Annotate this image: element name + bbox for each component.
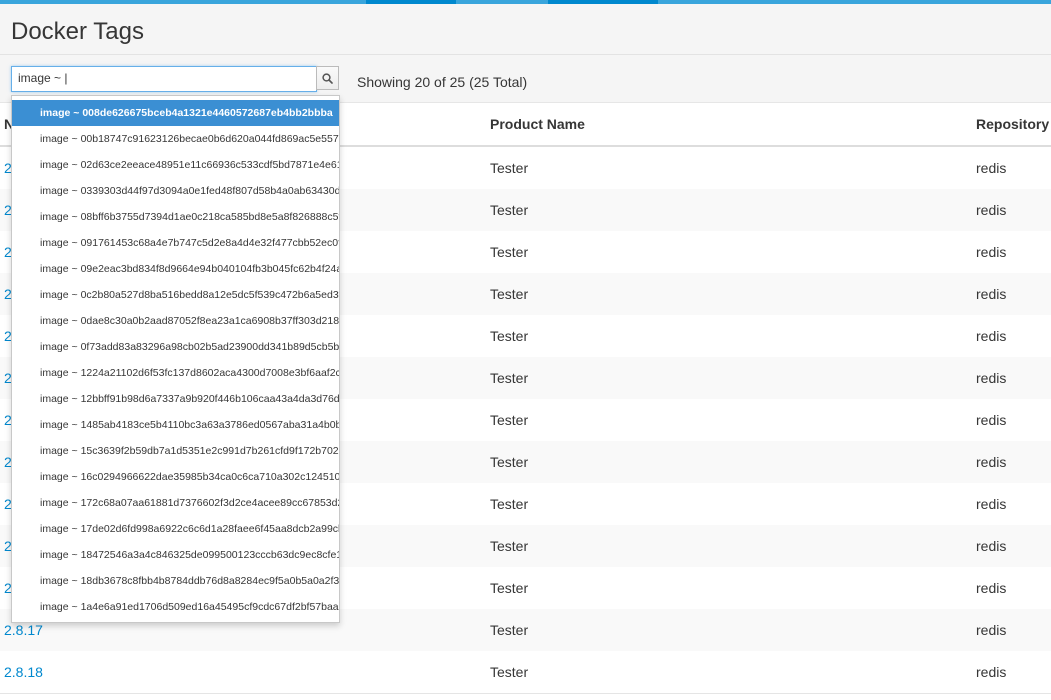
repository-cell: redis xyxy=(976,328,1007,344)
product-name-cell: Tester xyxy=(490,160,529,176)
autocomplete-option[interactable]: image ~ 02d63ce2eeace48951e11c66936c533c… xyxy=(12,152,339,178)
repository-cell: redis xyxy=(976,244,1007,260)
search-button[interactable] xyxy=(316,66,339,90)
product-name-cell: Tester xyxy=(490,202,529,218)
product-name-cell: Tester xyxy=(490,496,529,512)
autocomplete-option[interactable]: image ~ 17de02d6fd998a6922c6c6d1a28faee6… xyxy=(12,516,339,542)
autocomplete-option[interactable]: image ~ 12bbff91b98d6a7337a9b920f446b106… xyxy=(12,386,339,412)
autocomplete-option[interactable]: image ~ 0f73add83a83296a98cb02b5ad23900d… xyxy=(12,334,339,360)
repository-cell: redis xyxy=(976,286,1007,302)
autocomplete-option[interactable]: image ~ 1a4e6a91ed1706d509ed16a45495cf9c… xyxy=(12,594,339,620)
repository-cell: redis xyxy=(976,160,1007,176)
autocomplete-option[interactable]: image ~ 172c68a07aa61881d7376602f3d2ce4a… xyxy=(12,490,339,516)
product-name-cell: Tester xyxy=(490,244,529,260)
repository-cell: redis xyxy=(976,370,1007,386)
autocomplete-option[interactable]: image ~ 09e2eac3bd834f8d9664e94b040104fb… xyxy=(12,256,339,282)
autocomplete-option[interactable]: image ~ 18db3678c8fbb4b8784ddb76d8a8284e… xyxy=(12,568,339,594)
tag-name-link[interactable]: 2.8.18 xyxy=(4,664,43,680)
search-input[interactable] xyxy=(12,67,314,89)
page-title: Docker Tags xyxy=(11,18,144,45)
repository-cell: redis xyxy=(976,622,1007,638)
repository-cell: redis xyxy=(976,664,1007,680)
page-header: Docker Tags xyxy=(0,4,1051,55)
repository-cell: redis xyxy=(976,580,1007,596)
autocomplete-option[interactable]: image ~ 0339303d44f97d3094a0e1fed48f807d… xyxy=(12,178,339,204)
product-name-cell: Tester xyxy=(490,328,529,344)
autocomplete-option[interactable]: image ~ 1224a21102d6f53fc137d8602aca4300… xyxy=(12,360,339,386)
repository-cell: redis xyxy=(976,454,1007,470)
autocomplete-option[interactable]: image ~ 16c0294966622dae35985b34ca0c6ca7… xyxy=(12,464,339,490)
table-row: 2.8.18 Tester redis xyxy=(0,651,1051,694)
autocomplete-option[interactable]: image ~ 008de626675bceb4a1321e4460572687… xyxy=(12,100,339,126)
autocomplete-option[interactable]: image ~ 00b18747c91623126becae0b6d620a04… xyxy=(12,126,339,152)
repository-cell: redis xyxy=(976,538,1007,554)
product-name-cell: Tester xyxy=(490,538,529,554)
autocomplete-option[interactable]: image ~ 091761453c68a4e7b747c5d2e8a4d4e3… xyxy=(12,230,339,256)
product-name-cell: Tester xyxy=(490,370,529,386)
autocomplete-option[interactable]: image ~ 08bff6b3755d7394d1ae0c218ca585bd… xyxy=(12,204,339,230)
repository-cell: redis xyxy=(976,202,1007,218)
search-field-wrapper xyxy=(11,66,317,92)
product-name-cell: Tester xyxy=(490,580,529,596)
search-autocomplete-dropdown: image ~ 008de626675bceb4a1321e4460572687… xyxy=(11,95,340,623)
results-count: Showing 20 of 25 (25 Total) xyxy=(357,74,528,90)
repository-cell: redis xyxy=(976,496,1007,512)
product-name-cell: Tester xyxy=(490,664,529,680)
product-name-cell: Tester xyxy=(490,622,529,638)
autocomplete-option[interactable]: image ~ 15c3639f2b59db7a1d5351e2c991d7b2… xyxy=(12,438,339,464)
autocomplete-option[interactable]: image ~ 1485ab4183ce5b4110bc3a63a3786ed0… xyxy=(12,412,339,438)
autocomplete-option[interactable]: image ~ 0c2b80a527d8ba516bedd8a12e5dc5f5… xyxy=(12,282,339,308)
autocomplete-option[interactable]: image ~ 0dae8c30a0b2aad87052f8ea23a1ca69… xyxy=(12,308,339,334)
product-name-cell: Tester xyxy=(490,286,529,302)
column-header-repository[interactable]: Repository xyxy=(976,116,1049,132)
repository-cell: redis xyxy=(976,412,1007,428)
product-name-cell: Tester xyxy=(490,412,529,428)
search-icon xyxy=(322,73,333,84)
autocomplete-option[interactable]: image ~ 18472546a3a4c846325de099500123cc… xyxy=(12,542,339,568)
column-header-product-name[interactable]: Product Name xyxy=(490,116,585,132)
product-name-cell: Tester xyxy=(490,454,529,470)
tag-name-link[interactable]: 2.8.17 xyxy=(4,622,43,638)
